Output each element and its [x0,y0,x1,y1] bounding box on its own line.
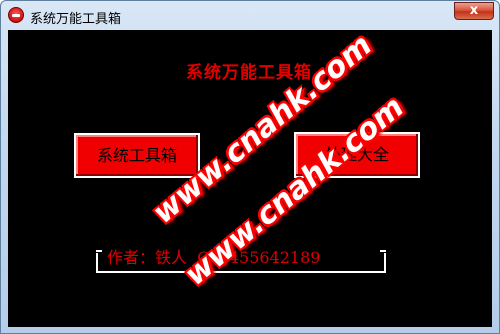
application-window: 系统万能工具箱 x 系统万能工具箱 系统工具箱 处理大全 作者：铁人 QQ:45… [0,0,500,334]
system-toolbox-button[interactable]: 系统工具箱 [74,133,200,178]
window-title: 系统万能工具箱 [30,12,122,27]
close-button[interactable]: x [454,2,494,20]
app-icon [8,7,24,23]
title-bar[interactable]: 系统万能工具箱 x [1,1,499,30]
author-prefix: 作者： [107,248,156,267]
system-toolbox-label: 系统工具箱 [96,146,177,165]
